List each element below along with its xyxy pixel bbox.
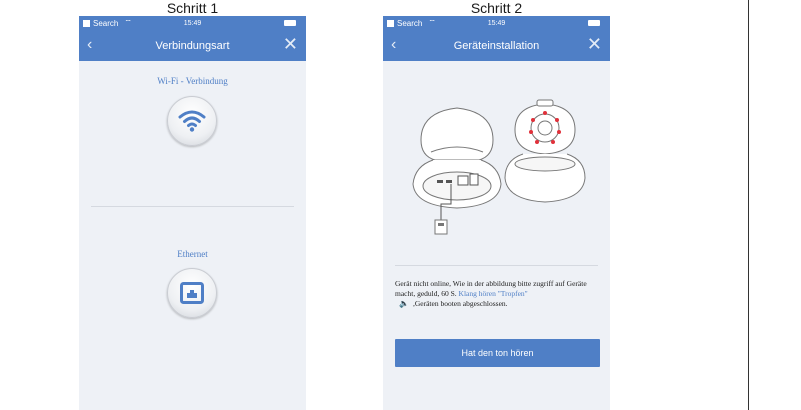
camera-setup-illustration: [412, 99, 586, 235]
ethernet-port-icon: [180, 282, 204, 304]
nav-title: Verbindungsart: [155, 39, 230, 52]
step-2-title: Schritt 2: [470, 0, 523, 16]
close-icon[interactable]: ✕: [587, 35, 602, 53]
ethernet-connection-button[interactable]: [167, 268, 217, 318]
heard-sound-button[interactable]: Hat den ton hören: [395, 339, 600, 367]
speaker-icon[interactable]: 🔈: [399, 299, 409, 308]
battery-icon: [588, 20, 600, 26]
status-time: 15:49: [183, 19, 202, 27]
battery-icon: [284, 20, 296, 26]
status-bar: Search ⌔ 15:49: [383, 16, 610, 30]
listen-sound-link[interactable]: Klang hören "Tropfen": [459, 289, 528, 298]
close-icon[interactable]: ✕: [283, 35, 298, 53]
back-chevron-icon[interactable]: ‹: [391, 36, 396, 54]
status-time: 15:49: [487, 19, 506, 27]
section-separator: [395, 265, 598, 266]
instruction-tail: ,Geräten booten abgeschlossen.: [412, 299, 508, 308]
instruction-text: Gerät nicht online, Wie in der abbildung…: [395, 279, 600, 309]
phone-screen-connection-type: Search ⌔ 15:49 ‹ Verbindungsart ✕ Wi-Fi …: [79, 16, 306, 410]
wifi-connection-button[interactable]: [167, 96, 217, 146]
camera-back-view-icon: [412, 107, 502, 235]
ethernet-label: Ethernet: [177, 249, 208, 259]
nav-bar: ‹ Geräteinstallation ✕: [383, 30, 610, 61]
back-chevron-icon[interactable]: ‹: [87, 36, 92, 54]
step-1-title: Schritt 1: [166, 0, 219, 16]
phone-screen-device-installation: Search ⌔ 15:49 ‹ Geräteinstallation ✕ Ge…: [383, 16, 610, 410]
vertical-divider: [748, 0, 749, 410]
camera-front-view-icon: [504, 99, 586, 203]
wifi-icon: [178, 110, 206, 132]
wifi-connection-label: Wi-Fi - Verbindung: [157, 76, 228, 86]
nav-bar: ‹ Verbindungsart ✕: [79, 30, 306, 61]
nav-title: Geräteinstallation: [453, 39, 540, 52]
section-separator: [91, 206, 294, 207]
status-bar: Search ⌔ 15:49: [79, 16, 306, 30]
